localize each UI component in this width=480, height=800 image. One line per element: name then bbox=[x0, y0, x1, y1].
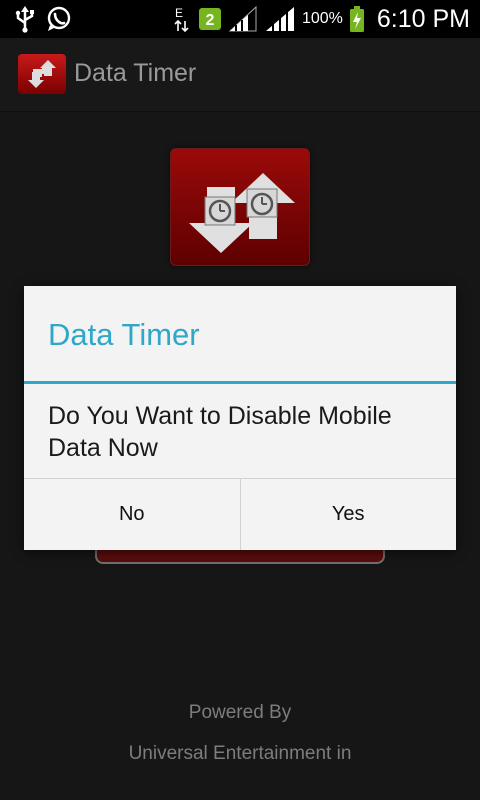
whatsapp-icon bbox=[46, 6, 72, 32]
battery-percent: 100% bbox=[301, 10, 343, 27]
notification-badge-icon: 2 bbox=[198, 7, 222, 31]
usb-icon bbox=[14, 5, 36, 33]
dialog-button-bar: No Yes bbox=[24, 478, 456, 550]
dialog-title: Data Timer bbox=[48, 317, 200, 352]
app-title: Data Timer bbox=[74, 59, 197, 87]
network-type-label: E bbox=[175, 6, 183, 20]
data-timer-app-icon[interactable] bbox=[18, 54, 66, 94]
notification-count: 2 bbox=[206, 12, 215, 29]
no-button[interactable]: No bbox=[24, 479, 241, 550]
battery-charging-icon bbox=[349, 5, 365, 33]
clock: 6:10 PM bbox=[376, 4, 470, 33]
status-bar: E 2 100% 6:10 PM bbox=[0, 0, 480, 38]
network-type-icon: E bbox=[172, 5, 192, 33]
yes-button[interactable]: Yes bbox=[240, 479, 456, 550]
dialog-message: Do You Want to Disable Mobile Data Now bbox=[48, 402, 392, 462]
status-bar-system: E 2 100% 6:10 PM bbox=[172, 4, 470, 34]
company-name: Universal Entertainment in bbox=[128, 743, 352, 764]
action-bar: Data Timer bbox=[0, 38, 480, 112]
disable-data-dialog: Data Timer Do You Want to Disable Mobile… bbox=[24, 286, 456, 550]
status-bar-notifications bbox=[14, 4, 72, 34]
signal-strength-icon-secondary bbox=[264, 5, 296, 33]
dialog-title-divider bbox=[24, 381, 456, 384]
data-timer-logo-icon[interactable] bbox=[170, 148, 310, 266]
powered-by-label: Powered By bbox=[188, 702, 292, 723]
signal-strength-icon bbox=[228, 5, 258, 33]
